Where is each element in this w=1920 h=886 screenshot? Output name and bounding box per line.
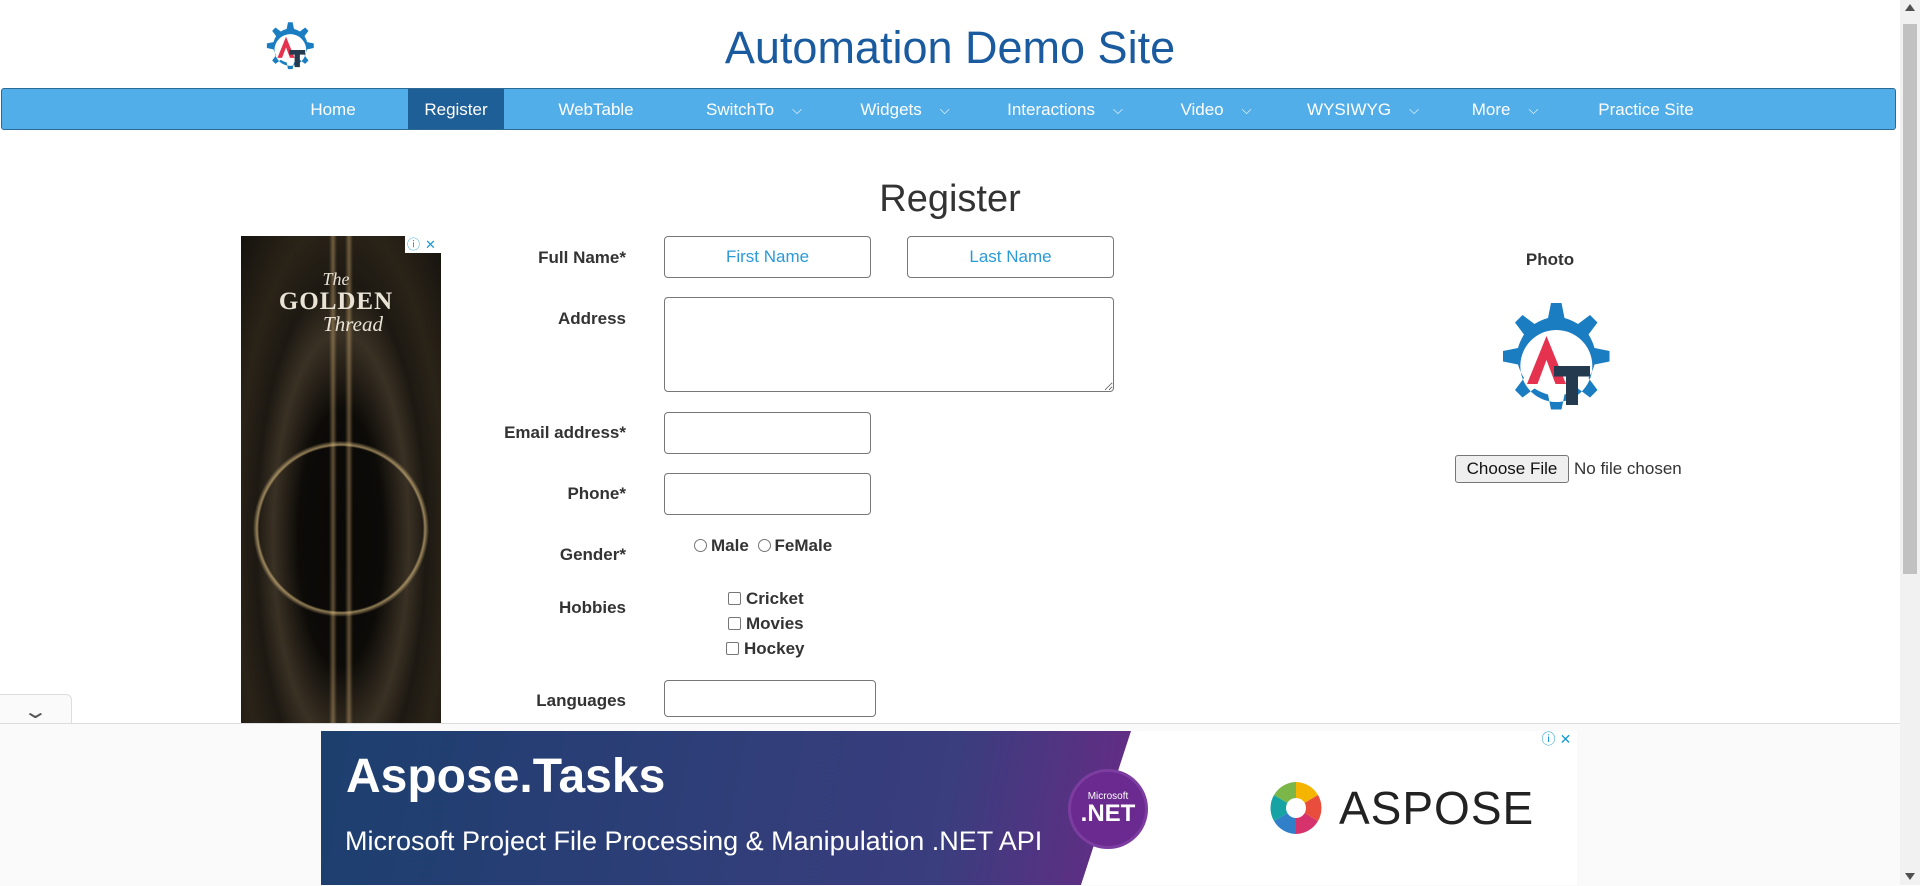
bottom-ad-choices: ⓘ ✕ <box>1540 731 1576 748</box>
hobbies-label: Hobbies <box>558 598 626 617</box>
info-icon[interactable]: ⓘ <box>1540 731 1557 748</box>
nav-home[interactable]: Home <box>292 89 374 129</box>
ad-title: Aspose.Tasks <box>346 750 666 803</box>
nav-video[interactable]: Video ⌵ <box>1168 89 1264 129</box>
nav-more[interactable]: More ⌵ <box>1463 89 1547 129</box>
choose-file-button[interactable]: Choose File <box>1455 455 1569 483</box>
ad-line-1: The <box>322 269 350 289</box>
nav-interactions-label: Interactions <box>1007 100 1096 119</box>
hobby-hockey: Hockey <box>726 639 804 659</box>
hobby-movies-label: Movies <box>746 614 804 633</box>
aspose-logo-icon <box>1270 782 1322 834</box>
hobby-movies: Movies <box>728 614 804 634</box>
nav-webtable-label: WebTable <box>558 100 634 119</box>
side-advertisement[interactable]: The GOLDEN Thread ⓘ ✕ <box>241 236 441 724</box>
nav-home-label: Home <box>310 100 356 119</box>
nav-register-label: Register <box>424 100 488 119</box>
nav-wysiwyg-label: WYSIWYG <box>1307 100 1392 119</box>
full-name-label: Full Name* <box>538 248 626 267</box>
languages-label: Languages <box>536 691 626 710</box>
chevron-down-icon: ⌵ <box>1113 102 1123 117</box>
bottom-advertisement[interactable]: Aspose.Tasks Microsoft Project File Proc… <box>321 731 1577 885</box>
phone-label: Phone* <box>567 484 626 503</box>
aspose-brand-text: ASPOSE <box>1339 782 1535 834</box>
gender-female-label: FeMale <box>774 536 833 555</box>
chevron-down-icon: ⌵ <box>939 102 950 117</box>
nav-video-label: Video <box>1180 100 1224 119</box>
badge-net-text: .NET <box>1080 800 1136 827</box>
hobby-movies-checkbox[interactable] <box>728 617 741 630</box>
hobby-cricket-checkbox[interactable] <box>728 592 741 605</box>
hobby-hockey-checkbox[interactable] <box>726 642 739 655</box>
nav-more-label: More <box>1471 100 1511 119</box>
page-scrollbar[interactable] <box>1900 0 1920 885</box>
email-input[interactable] <box>664 412 871 454</box>
gender-female-radio[interactable] <box>757 539 771 552</box>
email-label: Email address* <box>504 423 626 442</box>
address-label: Address <box>557 309 626 328</box>
address-textarea[interactable] <box>664 297 1114 392</box>
file-status-text: No file chosen <box>1574 459 1682 478</box>
profile-photo-image <box>1503 303 1610 410</box>
nav-practice-site-label: Practice Site <box>1598 100 1694 119</box>
ad-subtitle: Microsoft Project File Processing & Mani… <box>345 826 1043 856</box>
nav-wysiwyg[interactable]: WYSIWYG ⌵ <box>1297 89 1429 129</box>
hobby-cricket: Cricket <box>728 589 804 609</box>
nav-register[interactable]: Register <box>408 89 504 129</box>
site-title: Automation Demo Site <box>724 22 1176 73</box>
languages-multiselect[interactable] <box>664 680 876 717</box>
chevron-down-icon: ⌵ <box>792 102 802 117</box>
photo-label: Photo <box>1525 250 1575 269</box>
gender-label: Gender* <box>559 545 626 564</box>
gender-radio-group: Male FeMale <box>694 536 832 556</box>
info-icon[interactable]: ⓘ <box>405 236 422 253</box>
scroll-down-arrow-icon[interactable] <box>1905 873 1915 880</box>
scroll-up-arrow-icon[interactable] <box>1905 4 1915 11</box>
nav-webtable[interactable]: WebTable <box>543 89 649 129</box>
nav-switchto[interactable]: SwitchTo ⌵ <box>694 89 814 129</box>
scrollbar-thumb[interactable] <box>1903 24 1917 574</box>
page-title: Register <box>879 178 1021 220</box>
collapse-ad-button[interactable]: ⌄ <box>0 694 72 724</box>
chevron-down-icon: ⌵ <box>1241 102 1252 117</box>
hobby-hockey-label: Hockey <box>744 639 805 658</box>
hobby-cricket-label: Cricket <box>746 589 804 608</box>
nav-widgets-label: Widgets <box>860 100 922 119</box>
nav-switchto-label: SwitchTo <box>706 100 775 119</box>
nav-interactions[interactable]: Interactions ⌵ <box>995 89 1135 129</box>
nav-practice-site[interactable]: Practice Site <box>1586 89 1706 129</box>
chevron-down-icon: ⌄ <box>21 701 49 723</box>
nav-widgets[interactable]: Widgets ⌵ <box>848 89 962 129</box>
dotnet-badge-icon: Microsoft .NET <box>1068 769 1148 849</box>
main-navbar: Home Register WebTable SwitchTo ⌵ Widgets… <box>1 88 1896 130</box>
gender-male-label: Male <box>711 536 749 555</box>
gender-male-radio[interactable] <box>694 539 707 552</box>
chevron-down-icon: ⌵ <box>1528 102 1539 117</box>
last-name-input[interactable] <box>907 236 1114 278</box>
ad-line-3: Thread <box>323 312 383 336</box>
first-name-input[interactable] <box>664 236 871 278</box>
close-icon[interactable]: ✕ <box>1557 731 1574 748</box>
phone-input[interactable] <box>664 473 871 515</box>
chevron-down-icon: ⌵ <box>1409 102 1419 117</box>
